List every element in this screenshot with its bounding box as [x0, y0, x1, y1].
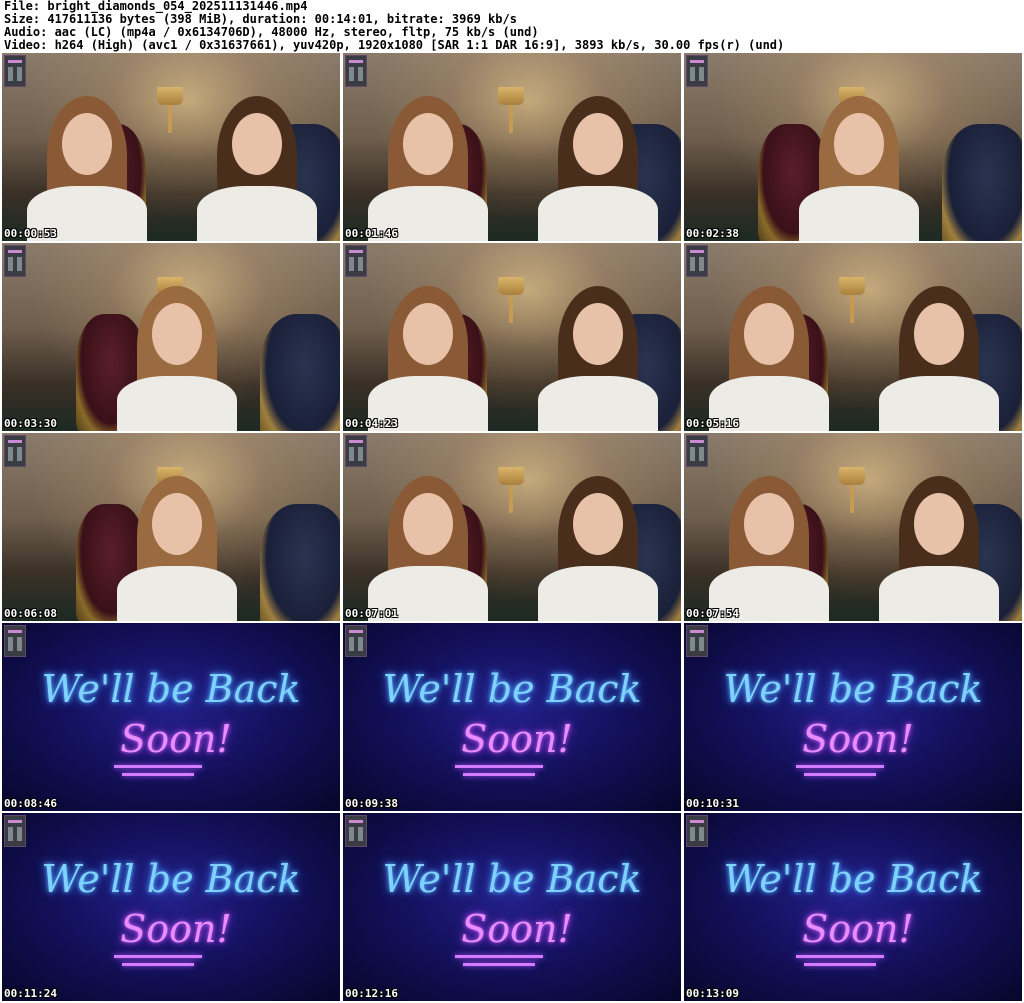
timestamp-label: 00:05:16: [686, 417, 739, 430]
brb-text-line2: Soon!: [461, 907, 573, 951]
lamp-image: [157, 86, 184, 133]
person-figure: [363, 281, 493, 431]
video-thumbnail: We'll be Back Soon! 00:13:09: [684, 813, 1022, 1001]
overlay-widget-icon: [4, 245, 26, 277]
brb-text-line2: Soon!: [120, 907, 232, 951]
timestamp-label: 00:06:08: [4, 607, 57, 620]
timestamp-label: 00:13:09: [686, 987, 739, 1000]
neon-underline: [804, 963, 876, 966]
timestamp-label: 00:04:23: [345, 417, 398, 430]
overlay-widget-icon: [345, 245, 367, 277]
video-thumbnail: 00:02:38: [684, 53, 1022, 241]
brb-text-line1: We'll be Back: [41, 667, 301, 711]
timestamp-label: 00:09:38: [345, 797, 398, 810]
video-thumbnail: 00:00:53: [2, 53, 340, 241]
overlay-widget-icon: [686, 245, 708, 277]
brb-text-line1: We'll be Back: [723, 857, 983, 901]
video-thumbnail: 00:03:30: [2, 243, 340, 431]
video-thumbnail: 00:04:23: [343, 243, 681, 431]
overlay-widget-icon: [345, 815, 367, 847]
timestamp-label: 00:07:54: [686, 607, 739, 620]
thumbnail-grid: 00:00:53 00:01:46 00:02:38 00:03:30 00:04:23…: [2, 53, 1022, 1001]
timestamp-label: 00:12:16: [345, 987, 398, 1000]
video-thumbnail: 00:07:54: [684, 433, 1022, 621]
person-figure: [112, 471, 242, 621]
overlay-widget-icon: [4, 435, 26, 467]
person-figure: [533, 471, 663, 621]
timestamp-label: 00:00:53: [4, 227, 57, 240]
overlay-widget-icon: [345, 435, 367, 467]
neon-underline: [796, 955, 884, 958]
video-info-line: Video: h264 (High) (avc1 / 0x31637661), …: [4, 38, 785, 52]
chair-image: [260, 314, 340, 431]
person-figure: [704, 471, 834, 621]
overlay-widget-icon: [686, 435, 708, 467]
video-thumbnail: We'll be Back Soon! 00:11:24: [2, 813, 340, 1001]
neon-underline: [114, 765, 202, 768]
video-thumbnail: 00:05:16: [684, 243, 1022, 431]
video-thumbnail: 00:07:01: [343, 433, 681, 621]
neon-underline: [463, 773, 535, 776]
timestamp-label: 00:07:01: [345, 607, 398, 620]
video-thumbnail: We'll be Back Soon! 00:09:38: [343, 623, 681, 811]
person-figure: [112, 281, 242, 431]
timestamp-label: 00:10:31: [686, 797, 739, 810]
person-figure: [874, 281, 1004, 431]
brb-text-line2: Soon!: [802, 907, 914, 951]
neon-underline: [796, 765, 884, 768]
neon-underline: [463, 963, 535, 966]
person-figure: [874, 471, 1004, 621]
brb-text-line1: We'll be Back: [723, 667, 983, 711]
lamp-image: [839, 276, 866, 323]
video-thumbnail: We'll be Back Soon! 00:12:16: [343, 813, 681, 1001]
overlay-widget-icon: [4, 55, 26, 87]
lamp-image: [498, 276, 525, 323]
brb-text-line1: We'll be Back: [382, 667, 642, 711]
lamp-image: [498, 466, 525, 513]
person-figure: [192, 91, 322, 241]
video-thumbnail: We'll be Back Soon! 00:08:46: [2, 623, 340, 811]
brb-text-line2: Soon!: [802, 717, 914, 761]
brb-text-line2: Soon!: [461, 717, 573, 761]
person-figure: [533, 281, 663, 431]
timestamp-label: 00:01:46: [345, 227, 398, 240]
brb-text-line1: We'll be Back: [41, 857, 301, 901]
timestamp-label: 00:11:24: [4, 987, 57, 1000]
overlay-widget-icon: [686, 625, 708, 657]
brb-text-line2: Soon!: [120, 717, 232, 761]
video-thumbnail: We'll be Back Soon! 00:10:31: [684, 623, 1022, 811]
overlay-widget-icon: [345, 55, 367, 87]
overlay-widget-icon: [686, 815, 708, 847]
chair-image: [942, 124, 1022, 241]
person-figure: [794, 91, 924, 241]
neon-underline: [122, 963, 194, 966]
neon-underline: [114, 955, 202, 958]
overlay-widget-icon: [4, 815, 26, 847]
timestamp-label: 00:03:30: [4, 417, 57, 430]
person-figure: [533, 91, 663, 241]
person-figure: [363, 471, 493, 621]
timestamp-label: 00:08:46: [4, 797, 57, 810]
lamp-image: [498, 86, 525, 133]
file-info-header: File: bright_diamonds_054_202511131446.m…: [4, 0, 784, 52]
overlay-widget-icon: [4, 625, 26, 657]
neon-underline: [455, 955, 543, 958]
neon-underline: [804, 773, 876, 776]
person-figure: [363, 91, 493, 241]
overlay-widget-icon: [686, 55, 708, 87]
brb-text-line1: We'll be Back: [382, 857, 642, 901]
video-thumbnail: 00:01:46: [343, 53, 681, 241]
neon-underline: [122, 773, 194, 776]
neon-underline: [455, 765, 543, 768]
lamp-image: [839, 466, 866, 513]
person-figure: [704, 281, 834, 431]
person-figure: [22, 91, 152, 241]
chair-image: [260, 504, 340, 621]
overlay-widget-icon: [345, 625, 367, 657]
timestamp-label: 00:02:38: [686, 227, 739, 240]
video-thumbnail: 00:06:08: [2, 433, 340, 621]
